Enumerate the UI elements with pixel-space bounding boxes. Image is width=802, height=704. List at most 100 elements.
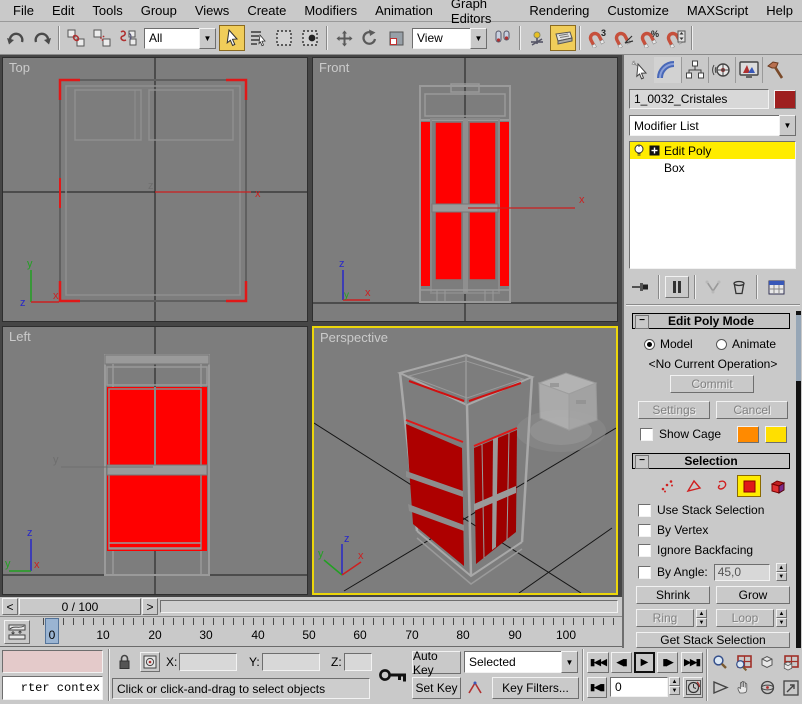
expand-icon[interactable] xyxy=(649,145,660,156)
next-frame-button[interactable]: ▮▶ xyxy=(657,652,678,673)
grow-button[interactable]: Grow xyxy=(716,586,790,604)
use-stack-selection-checkbox[interactable]: Use Stack Selection xyxy=(638,503,764,517)
pan-button[interactable] xyxy=(733,677,754,698)
use-stack-selection-box[interactable] xyxy=(638,504,651,517)
remove-modifier-button[interactable] xyxy=(727,276,751,298)
element-mode-button[interactable] xyxy=(766,475,790,497)
key-mode-dropdown[interactable]: Selected ▼ xyxy=(464,651,578,673)
field-of-view-button[interactable] xyxy=(710,677,731,698)
key-mode-arrow[interactable]: ▼ xyxy=(561,651,578,673)
loop-button[interactable]: Loop xyxy=(716,609,774,627)
zoom-extents-all-button[interactable] xyxy=(780,652,801,673)
tab-create[interactable] xyxy=(627,57,655,83)
menu-help[interactable]: Help xyxy=(757,3,802,18)
maxscript-macro-recorder[interactable] xyxy=(2,650,103,673)
by-vertex-box[interactable] xyxy=(638,524,651,537)
mini-curve-editor-button[interactable] xyxy=(4,620,30,644)
tab-utilities[interactable] xyxy=(762,57,789,83)
by-angle-box[interactable] xyxy=(638,566,651,579)
set-keys-button[interactable] xyxy=(377,652,409,698)
border-mode-button[interactable] xyxy=(710,476,732,496)
time-slider-handle[interactable]: 0 / 100 xyxy=(19,598,141,615)
set-key-button[interactable]: Set Key xyxy=(412,677,461,699)
stack-row-box[interactable]: Box xyxy=(630,159,795,176)
collapse-icon[interactable]: − xyxy=(635,315,649,329)
select-and-rotate-button[interactable] xyxy=(357,25,383,51)
go-to-start-button[interactable]: ▮◀◀ xyxy=(587,652,609,673)
menu-group[interactable]: Group xyxy=(132,3,186,18)
cage-color-1-swatch[interactable] xyxy=(737,426,759,443)
select-and-link-button[interactable] xyxy=(63,25,89,51)
play-button[interactable]: ▶ xyxy=(634,652,655,673)
selection-filter-arrow[interactable]: ▼ xyxy=(199,28,216,49)
viewport-top-label[interactable]: Top xyxy=(9,60,30,75)
min-max-toggle-button[interactable] xyxy=(780,677,801,698)
percent-snap-button[interactable]: % xyxy=(636,25,662,51)
tab-display[interactable] xyxy=(735,57,763,83)
menu-animation[interactable]: Animation xyxy=(366,3,442,18)
angle-snap-button[interactable] xyxy=(610,25,636,51)
cancel-button[interactable]: Cancel xyxy=(716,401,788,419)
modifier-list-arrow[interactable]: ▼ xyxy=(779,115,796,136)
ring-spinner[interactable]: ▲▼ xyxy=(696,609,707,627)
shrink-button[interactable]: Shrink xyxy=(636,586,710,604)
viewport-front-label[interactable]: Front xyxy=(319,60,349,75)
menu-rendering[interactable]: Rendering xyxy=(520,3,598,18)
select-and-scale-button[interactable] xyxy=(383,25,409,51)
y-field[interactable] xyxy=(262,653,320,671)
object-name-field[interactable]: 1_0032_Cristales xyxy=(629,89,769,109)
previous-frame-button[interactable]: ◀▮ xyxy=(611,652,632,673)
track-bar-ruler[interactable]: 0 10 20 30 40 50 60 70 80 90 100 xyxy=(34,618,618,645)
menu-customize[interactable]: Customize xyxy=(598,3,677,18)
undo-button[interactable] xyxy=(3,25,29,51)
pin-stack-button[interactable] xyxy=(629,276,653,298)
default-tangent-button[interactable] xyxy=(464,677,488,699)
menu-views[interactable]: Views xyxy=(186,3,238,18)
time-slider-track[interactable] xyxy=(160,600,618,613)
menu-create[interactable]: Create xyxy=(238,3,295,18)
show-end-result-button[interactable] xyxy=(665,276,689,298)
stack-row-edit-poly[interactable]: Edit Poly xyxy=(630,142,795,159)
viewport-perspective-label[interactable]: Perspective xyxy=(320,330,388,345)
model-radio[interactable]: Model xyxy=(644,337,693,351)
selection-filter-dropdown[interactable]: All ▼ xyxy=(144,28,216,49)
spinner-snap-button[interactable] xyxy=(662,25,688,51)
select-by-name-button[interactable] xyxy=(245,25,271,51)
maxscript-listener[interactable]: rter contex xyxy=(2,676,103,700)
configure-modifier-sets-button[interactable] xyxy=(763,276,789,298)
get-stack-selection-button[interactable]: Get Stack Selection xyxy=(636,632,790,648)
lock-selection-button[interactable] xyxy=(114,652,134,672)
select-object-button[interactable] xyxy=(219,25,245,51)
key-mode-toggle-button[interactable]: ▮◀▮ xyxy=(587,677,607,698)
ignore-backfacing-checkbox[interactable]: Ignore Backfacing xyxy=(638,543,753,557)
loop-spinner[interactable]: ▲▼ xyxy=(776,609,787,627)
show-cage-box[interactable] xyxy=(640,428,653,441)
arc-rotate-button[interactable] xyxy=(757,677,778,698)
x-field[interactable] xyxy=(179,653,237,671)
time-prev-button[interactable]: < xyxy=(2,598,18,615)
polygon-mode-button[interactable] xyxy=(737,475,761,497)
ignore-backfacing-box[interactable] xyxy=(638,544,651,557)
select-and-manipulate-button[interactable] xyxy=(524,25,550,51)
modifier-list-dropdown[interactable]: Modifier List ▼ xyxy=(629,115,796,136)
frame-spinner[interactable]: ▲▼ xyxy=(669,677,680,695)
panel-scrollbar[interactable] xyxy=(796,311,801,648)
tab-hierarchy[interactable] xyxy=(681,57,709,83)
menu-modifiers[interactable]: Modifiers xyxy=(295,3,366,18)
key-filters-button[interactable]: Key Filters... xyxy=(492,677,579,699)
absolute-offset-toggle[interactable] xyxy=(140,652,160,672)
collapse-icon[interactable]: − xyxy=(635,455,649,469)
go-to-end-button[interactable]: ▶▶▮ xyxy=(681,652,703,673)
rectangular-selection-button[interactable] xyxy=(271,25,297,51)
current-frame-field[interactable]: 0 xyxy=(610,677,668,697)
cage-color-2-swatch[interactable] xyxy=(765,426,787,443)
viewport-left[interactable]: Left y z y x xyxy=(2,326,308,595)
vertex-mode-button[interactable] xyxy=(656,476,678,496)
menu-tools[interactable]: Tools xyxy=(83,3,131,18)
model-radio-dot[interactable] xyxy=(644,339,655,350)
object-color-swatch[interactable] xyxy=(774,90,796,109)
z-field[interactable] xyxy=(344,653,372,671)
zoom-button[interactable] xyxy=(710,652,731,673)
time-configuration-button[interactable] xyxy=(683,677,703,698)
coord-system-arrow[interactable]: ▼ xyxy=(470,28,487,49)
